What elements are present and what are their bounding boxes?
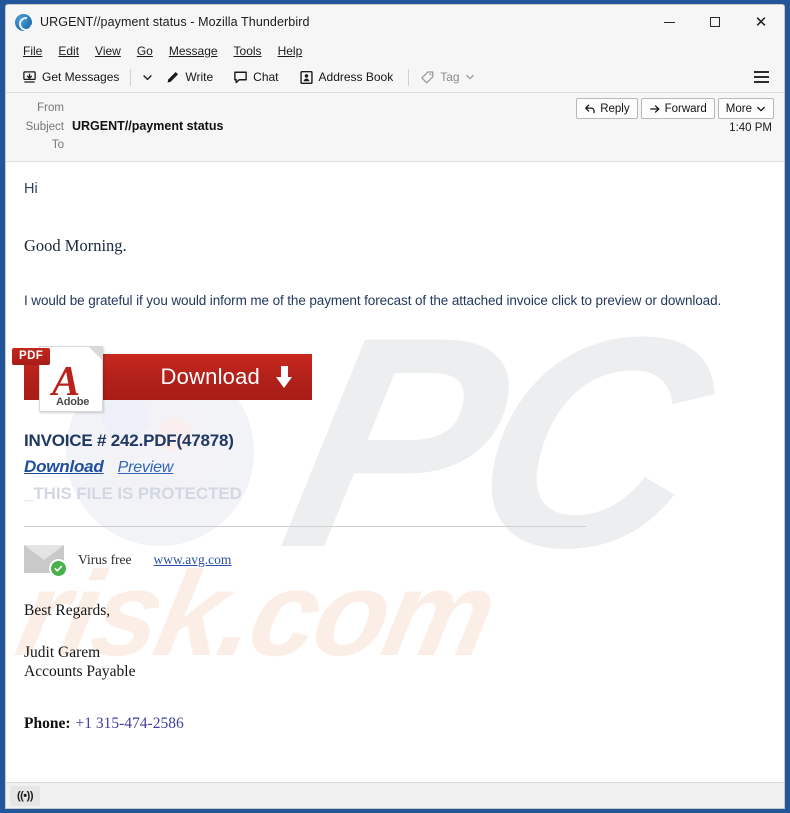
- header-row-to: To: [16, 136, 774, 154]
- window-title: URGENT//payment status - Mozilla Thunder…: [40, 15, 310, 29]
- toolbar-separator-1: [130, 68, 132, 86]
- hamburger-menu-icon[interactable]: [750, 66, 772, 88]
- connection-status-icon[interactable]: ((•)): [10, 785, 40, 806]
- tag-button[interactable]: Tag: [414, 67, 480, 88]
- inbox-download-icon: [22, 70, 37, 85]
- protected-notice: _THIS FILE IS PROTECTED: [24, 484, 242, 503]
- invoice-link-row: Download Preview: [24, 457, 766, 477]
- thunderbird-logo-icon: [15, 13, 32, 31]
- menu-bar: File Edit View Go Message Tools Help: [6, 39, 784, 62]
- toolbar-separator-2: [408, 68, 410, 86]
- close-button[interactable]: ✕: [738, 5, 784, 39]
- reply-label: Reply: [600, 102, 630, 115]
- main-toolbar: Get Messages Write Chat Address Book Tag: [6, 62, 784, 93]
- body-divider: [24, 526, 586, 527]
- chevron-down-icon: [142, 72, 153, 83]
- invoice-download-link[interactable]: Download: [24, 457, 104, 477]
- minimize-button[interactable]: [646, 5, 692, 39]
- envelope-check-icon: [24, 545, 68, 578]
- message-body: PC risk.com Hi Good Morning. I would be …: [6, 162, 784, 782]
- tag-icon: [420, 70, 435, 85]
- menu-go[interactable]: Go: [129, 42, 161, 60]
- menu-message-label: Message: [168, 43, 218, 58]
- speech-bubble-icon: [233, 70, 248, 85]
- download-bar-label: Download: [160, 364, 260, 389]
- signature-regards: Best Regards,: [24, 602, 111, 619]
- page-fold-icon: [89, 347, 102, 360]
- write-label: Write: [185, 70, 214, 84]
- chevron-down-icon: [756, 104, 766, 114]
- reply-arrow-icon: [584, 103, 596, 115]
- pencil-icon: [165, 70, 180, 85]
- menu-view[interactable]: View: [87, 42, 129, 60]
- address-book-icon: [299, 70, 314, 85]
- address-book-label: Address Book: [318, 70, 394, 84]
- message-time: 1:40 PM: [729, 122, 772, 134]
- menu-view-label: View: [95, 43, 121, 58]
- message-body-content: Hi Good Morning. I would be grateful if …: [6, 162, 784, 733]
- screenshot-root: URGENT//payment status - Mozilla Thunder…: [0, 0, 790, 813]
- menu-file-label: File: [23, 43, 43, 58]
- pdf-badge: PDF: [12, 348, 51, 365]
- to-label: To: [51, 139, 64, 151]
- header-row-subject: Subject URGENT//payment status: [16, 117, 774, 136]
- menu-message[interactable]: Message: [161, 42, 226, 60]
- write-button[interactable]: Write: [159, 67, 219, 88]
- get-messages-button[interactable]: Get Messages: [16, 67, 125, 88]
- signature-role: Accounts Payable: [24, 663, 136, 680]
- menu-go-label: Go: [136, 43, 153, 58]
- address-book-button[interactable]: Address Book: [293, 67, 400, 88]
- maximize-icon: [710, 17, 720, 27]
- menu-edit[interactable]: Edit: [50, 42, 87, 60]
- signature-phone-value: +1 315-474-2586: [75, 715, 184, 732]
- maximize-button[interactable]: [692, 5, 738, 39]
- body-lead-paragraph: I would be grateful if you would inform …: [24, 293, 722, 308]
- thunderbird-window: URGENT//payment status - Mozilla Thunder…: [5, 4, 785, 809]
- download-attachment-banner[interactable]: Download A Adobe PDF: [12, 342, 312, 412]
- get-messages-label: Get Messages: [42, 70, 120, 84]
- menu-tools[interactable]: Tools: [226, 42, 270, 60]
- invoice-title: INVOICE # 242.PDF(47878): [24, 431, 234, 450]
- signature-phone-label: Phone:: [24, 715, 71, 732]
- close-icon: ✕: [754, 13, 768, 31]
- status-bar: ((•)): [6, 782, 784, 808]
- down-arrow-icon: [276, 366, 292, 388]
- invoice-preview-link[interactable]: Preview: [118, 459, 174, 477]
- avg-link[interactable]: www.avg.com: [154, 552, 232, 568]
- signature-phone: Phone: +1 315-474-2586: [24, 715, 766, 733]
- tag-label: Tag: [440, 70, 460, 84]
- subject-value: URGENT//payment status: [72, 119, 224, 133]
- chat-button[interactable]: Chat: [227, 67, 284, 88]
- forward-arrow-icon: [649, 103, 661, 115]
- title-bar: URGENT//payment status - Mozilla Thunder…: [6, 5, 784, 39]
- menu-help[interactable]: Help: [270, 42, 311, 60]
- forward-button[interactable]: Forward: [640, 98, 715, 119]
- forward-label: Forward: [664, 102, 707, 115]
- get-messages-dropdown-button[interactable]: [136, 69, 159, 86]
- message-actions: Reply Forward More: [573, 98, 774, 119]
- more-button[interactable]: More: [717, 98, 774, 119]
- menu-tools-label: Tools: [233, 43, 262, 58]
- signature-name: Judit Garem: [24, 644, 101, 661]
- window-controls: ✕: [646, 5, 784, 39]
- menu-help-label: Help: [277, 43, 303, 58]
- more-label: More: [725, 102, 752, 115]
- subject-label: Subject: [25, 121, 64, 133]
- reply-button[interactable]: Reply: [576, 98, 638, 119]
- adobe-label: Adobe: [56, 396, 90, 408]
- message-header: From Subject URGENT//payment status To R…: [6, 93, 784, 162]
- email-signature: Best Regards, Judit Garem Accounts Payab…: [24, 602, 766, 733]
- chat-label: Chat: [253, 70, 279, 84]
- minimize-icon: [663, 21, 675, 23]
- avg-label: Virus free: [78, 552, 132, 567]
- menu-file[interactable]: File: [15, 42, 50, 60]
- from-label: From: [37, 102, 64, 114]
- avg-signature: Virus free www.avg.com: [24, 545, 766, 578]
- body-salutation: Good Morning.: [24, 236, 127, 255]
- body-greeting: Hi: [24, 181, 38, 197]
- menu-edit-label: Edit: [58, 43, 80, 58]
- chevron-down-icon: [465, 72, 475, 82]
